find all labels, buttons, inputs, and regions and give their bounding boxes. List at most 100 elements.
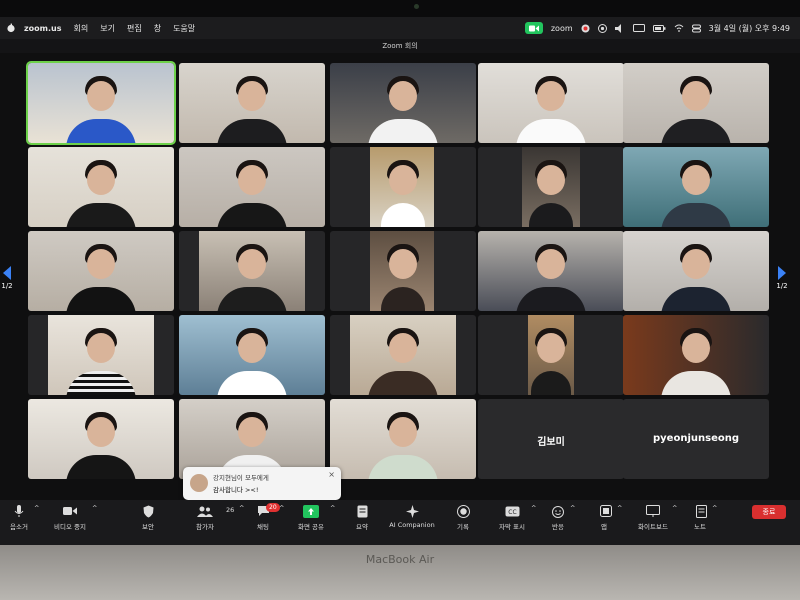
video-tile[interactable]: [179, 315, 325, 395]
video-tile[interactable]: [623, 63, 769, 143]
battery-icon[interactable]: [652, 24, 666, 32]
apps-button[interactable]: 앱: [598, 504, 612, 531]
page-indicator-left: 1/2: [1, 282, 13, 290]
page-prev[interactable]: 1/2: [0, 266, 14, 290]
apps-label: 앱: [601, 523, 607, 531]
chevron-up-icon[interactable]: ^: [531, 504, 536, 512]
video-tile[interactable]: [330, 231, 476, 311]
apple-icon[interactable]: [6, 23, 16, 33]
video-tile[interactable]: [330, 315, 476, 395]
participant-name: 김보미: [537, 437, 565, 448]
chat-notification[interactable]: 강지현님이 모두에게 감사합니다 ><! ×: [183, 467, 341, 500]
whiteboard-icon: [645, 504, 661, 518]
gallery-view: 김보미 pyeonjunseong: [0, 53, 800, 500]
stop-video-button[interactable]: 비디오 중지: [50, 504, 90, 531]
video-tile[interactable]: [330, 399, 476, 479]
video-tile[interactable]: [330, 63, 476, 143]
menubar-clock[interactable]: 3월 4일 (월) 오후 9:49: [709, 23, 790, 34]
participant-count: 26: [226, 506, 235, 514]
name-tile-pyeonjunseong[interactable]: pyeonjunseong: [623, 399, 769, 479]
zoom-video-status-icon[interactable]: [524, 22, 543, 34]
close-icon[interactable]: ×: [328, 470, 335, 479]
name-tile-kimbomi[interactable]: 김보미: [478, 399, 624, 479]
keyboard-icon[interactable]: [632, 24, 645, 32]
video-tile[interactable]: [478, 63, 624, 143]
page-next[interactable]: 1/2: [775, 266, 789, 290]
chevron-up-icon[interactable]: ^: [570, 504, 575, 512]
video-tile[interactable]: [623, 315, 769, 395]
whiteboard-label: 화이트보드: [638, 523, 668, 531]
notes-icon: [693, 504, 709, 518]
chevron-up-icon[interactable]: ^: [279, 504, 284, 512]
video-tile[interactable]: [28, 399, 174, 479]
chat-sender: 강지현님이 모두에게: [213, 474, 269, 482]
captions-label: 자막 표시: [499, 523, 525, 531]
summary-button[interactable]: 요약: [351, 504, 373, 531]
chevron-left-icon: [3, 266, 11, 280]
record-button[interactable]: 기록: [453, 504, 473, 531]
screen-share-status-icon[interactable]: [597, 23, 607, 33]
end-meeting-button[interactable]: 종료: [752, 505, 786, 519]
video-tile[interactable]: [28, 231, 174, 311]
notes-button[interactable]: 노트: [693, 504, 707, 531]
video-tile-active-speaker[interactable]: [26, 61, 176, 145]
chevron-up-icon[interactable]: ^: [330, 504, 335, 512]
video-tile[interactable]: [478, 231, 624, 311]
status-area: zoom 3월 4일 (월) 오후 9:49: [524, 17, 790, 39]
whiteboard-button[interactable]: 화이트보드: [636, 504, 670, 531]
video-tile[interactable]: [28, 315, 174, 395]
video-tile[interactable]: [623, 147, 769, 227]
security-button[interactable]: 보안: [138, 504, 158, 531]
wifi-icon[interactable]: [674, 24, 684, 32]
chevron-up-icon[interactable]: ^: [617, 504, 622, 512]
menu-help[interactable]: 도움말: [173, 23, 195, 34]
mac-menubar: zoom.us 회의 보기 편집 창 도움말 zoom 3월 4일 (월) 오후…: [0, 17, 800, 39]
ai-companion-button[interactable]: AI Companion: [387, 504, 437, 529]
captions-icon: CC: [504, 504, 520, 518]
meeting-toolbar: 음소거 ^ 비디오 중지 ^ 보안 참가자 26 ^ 채팅 ^ 화면 공유 ^ …: [0, 500, 800, 545]
video-tile[interactable]: [623, 231, 769, 311]
zoom-status-label[interactable]: zoom: [551, 24, 573, 33]
volume-icon[interactable]: [614, 23, 625, 33]
reactions-button[interactable]: 반응: [549, 504, 567, 531]
participant-name: pyeonjunseong: [653, 433, 739, 444]
menu-window[interactable]: 창: [154, 23, 161, 34]
stop-video-label: 비디오 중지: [54, 523, 86, 531]
video-tile[interactable]: [28, 147, 174, 227]
chevron-up-icon[interactable]: ^: [34, 504, 39, 512]
share-screen-label: 화면 공유: [298, 523, 324, 531]
chevron-up-icon[interactable]: ^: [672, 504, 677, 512]
menu-meeting[interactable]: 회의: [73, 23, 88, 34]
mute-label: 음소거: [10, 523, 28, 531]
video-tile[interactable]: [478, 315, 624, 395]
summary-icon: [354, 504, 370, 518]
summary-label: 요약: [356, 523, 368, 531]
participants-label: 참가자: [196, 523, 214, 531]
record-label: 기록: [457, 523, 469, 531]
chat-label: 채팅: [257, 523, 269, 531]
ai-companion-label: AI Companion: [389, 521, 435, 529]
app-menu-zoom[interactable]: zoom.us: [24, 24, 61, 33]
chevron-up-icon[interactable]: ^: [712, 504, 717, 512]
menu-view[interactable]: 보기: [100, 23, 115, 34]
share-screen-icon: [303, 504, 319, 518]
participants-button[interactable]: 참가자: [190, 504, 220, 531]
recording-icon[interactable]: [581, 24, 590, 33]
mute-button[interactable]: 음소거: [6, 504, 32, 531]
video-tile[interactable]: [478, 147, 624, 227]
share-screen-button[interactable]: 화면 공유: [294, 504, 328, 531]
laptop-brand: MacBook Air: [365, 553, 435, 566]
video-tile[interactable]: [330, 147, 476, 227]
notes-label: 노트: [694, 523, 706, 531]
video-tile[interactable]: [179, 147, 325, 227]
control-center-icon[interactable]: [691, 24, 701, 33]
captions-button[interactable]: CC 자막 표시: [498, 504, 526, 531]
participants-icon: [197, 504, 213, 518]
video-tile[interactable]: [179, 63, 325, 143]
avatar: [190, 474, 208, 492]
reactions-label: 반응: [552, 523, 564, 531]
video-tile[interactable]: [179, 231, 325, 311]
menu-edit[interactable]: 편집: [127, 23, 142, 34]
chevron-up-icon[interactable]: ^: [92, 504, 97, 512]
chevron-up-icon[interactable]: ^: [239, 504, 244, 512]
